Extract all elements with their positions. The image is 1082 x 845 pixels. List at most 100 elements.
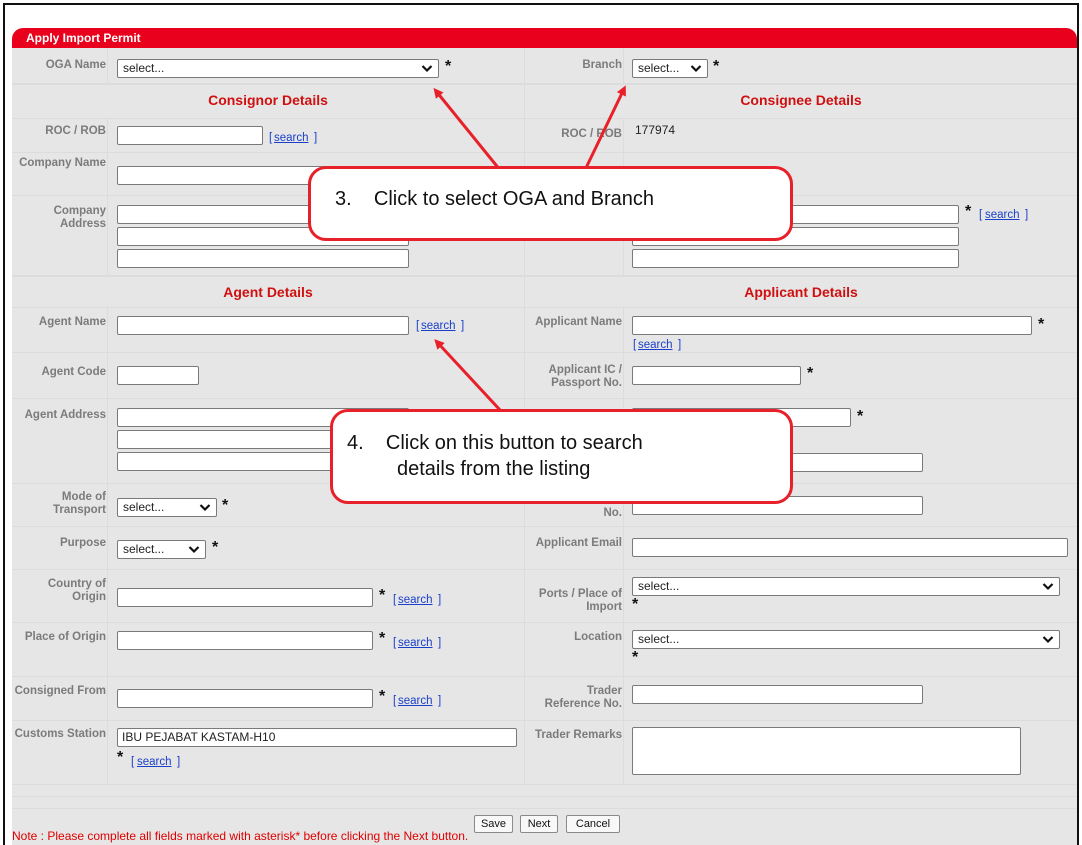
country-of-origin-input[interactable] bbox=[117, 588, 373, 607]
chevron-down-icon bbox=[1042, 581, 1054, 592]
purpose-select[interactable]: select... bbox=[117, 540, 206, 559]
trader-reference-input[interactable] bbox=[632, 685, 923, 704]
bracket: [ bbox=[979, 209, 983, 221]
bracket: ] bbox=[461, 320, 465, 332]
consignee-roc-value: 177974 bbox=[635, 123, 676, 137]
bracket: [ bbox=[393, 695, 397, 707]
required-asterisk: * bbox=[212, 539, 219, 556]
callout-step-3: 3. Click to select OGA and Branch bbox=[308, 166, 793, 241]
consignee-address-line3-input[interactable] bbox=[632, 249, 959, 268]
required-asterisk: * bbox=[857, 408, 864, 425]
next-button[interactable]: Next bbox=[520, 815, 558, 833]
applicant-ic-input[interactable] bbox=[632, 366, 801, 385]
applicant-name-label: Applicant Name bbox=[535, 316, 622, 328]
country-of-origin-label: Country of Origin bbox=[47, 578, 106, 603]
oga-name-select[interactable]: select... bbox=[117, 59, 439, 78]
required-asterisk: * bbox=[117, 749, 124, 766]
save-button[interactable]: Save bbox=[474, 815, 513, 833]
agent-code-input[interactable] bbox=[117, 366, 199, 385]
purpose-label: Purpose bbox=[59, 537, 106, 549]
place-of-origin-input[interactable] bbox=[117, 631, 373, 650]
consignee-roc-label: ROC / ROB bbox=[561, 128, 622, 140]
branch-value: select... bbox=[638, 61, 680, 75]
consigned-search-link[interactable]: search bbox=[398, 694, 433, 708]
consigned-from-input[interactable] bbox=[117, 689, 373, 708]
consignee-details-header: Consignee Details bbox=[740, 92, 862, 108]
consignor-roc-input[interactable] bbox=[117, 126, 263, 145]
bracket: ] bbox=[1025, 209, 1029, 221]
form-note: Note : Please complete all fields marked… bbox=[12, 829, 469, 843]
chevron-down-icon bbox=[199, 502, 211, 513]
consignor-search-link[interactable]: search bbox=[274, 131, 309, 145]
mode-of-transport-select[interactable]: select... bbox=[117, 498, 217, 517]
required-asterisk: * bbox=[379, 630, 386, 647]
consignee-search-link[interactable]: search bbox=[985, 208, 1020, 222]
place-search-link[interactable]: search bbox=[398, 636, 433, 650]
required-asterisk: * bbox=[445, 58, 452, 75]
applicant-email-label: Applicant Email bbox=[535, 537, 622, 549]
consignor-details-header: Consignor Details bbox=[208, 92, 328, 108]
bracket: [ bbox=[633, 339, 637, 351]
agent-details-header: Agent Details bbox=[223, 284, 313, 300]
company-address-label: Company Address bbox=[53, 205, 106, 230]
customs-station-input[interactable]: IBU PEJABAT KASTAM-H10 bbox=[117, 728, 517, 747]
country-search-link[interactable]: search bbox=[398, 593, 433, 607]
trader-remarks-textarea[interactable] bbox=[632, 727, 1021, 775]
bracket: ] bbox=[314, 132, 318, 144]
required-asterisk: * bbox=[632, 596, 639, 613]
agent-search-link[interactable]: search bbox=[421, 319, 456, 333]
applicant-email-input[interactable] bbox=[632, 538, 1068, 557]
bracket: [ bbox=[269, 132, 273, 144]
required-asterisk: * bbox=[965, 203, 972, 220]
place-of-origin-label: Place of Origin bbox=[24, 631, 106, 643]
applicant-ic-label: Applicant IC / Passport No. bbox=[548, 364, 622, 389]
callout-step-4: 4. Click on this button to search detail… bbox=[330, 409, 793, 504]
customs-station-label: Customs Station bbox=[14, 728, 106, 740]
cancel-button[interactable]: Cancel bbox=[566, 815, 620, 833]
branch-select[interactable]: select... bbox=[632, 59, 708, 78]
location-select[interactable]: select... bbox=[632, 630, 1060, 649]
mode-of-transport-value: select... bbox=[123, 500, 165, 514]
purpose-value: select... bbox=[123, 542, 165, 556]
ports-place-select[interactable]: select... bbox=[632, 577, 1060, 596]
location-label: Location bbox=[574, 631, 622, 643]
bracket: [ bbox=[416, 320, 420, 332]
agent-name-label: Agent Name bbox=[38, 316, 106, 328]
bracket: ] bbox=[177, 756, 181, 768]
required-asterisk: * bbox=[807, 365, 814, 382]
customs-search-link[interactable]: search bbox=[137, 755, 172, 769]
applicant-details-header: Applicant Details bbox=[744, 284, 858, 300]
oga-name-value: select... bbox=[123, 61, 165, 75]
ports-place-value: select... bbox=[638, 579, 680, 593]
required-asterisk: * bbox=[379, 688, 386, 705]
oga-name-label: OGA Name bbox=[45, 59, 106, 71]
bracket: [ bbox=[393, 594, 397, 606]
applicant-search-link[interactable]: search bbox=[638, 338, 673, 352]
branch-label: Branch bbox=[582, 59, 622, 71]
agent-name-input[interactable] bbox=[117, 316, 409, 335]
bracket: ] bbox=[438, 695, 442, 707]
chevron-down-icon bbox=[421, 63, 433, 74]
chevron-down-icon bbox=[1042, 634, 1054, 645]
trader-reference-label: Trader Reference No. bbox=[544, 685, 622, 710]
chevron-down-icon bbox=[188, 544, 200, 555]
page-title: Apply Import Permit bbox=[12, 28, 1077, 48]
bracket: ] bbox=[438, 594, 442, 606]
chevron-down-icon bbox=[690, 63, 702, 74]
required-asterisk: * bbox=[632, 649, 639, 666]
required-asterisk: * bbox=[1038, 316, 1045, 333]
bracket: ] bbox=[678, 339, 682, 351]
callout-step-4-line2: details from the listing bbox=[397, 458, 591, 480]
applicant-name-input[interactable] bbox=[632, 316, 1032, 335]
trader-remarks-label: Trader Remarks bbox=[535, 729, 622, 741]
required-asterisk: * bbox=[222, 497, 229, 514]
agent-code-label: Agent Code bbox=[41, 366, 106, 378]
consignor-roc-label: ROC / ROB bbox=[45, 125, 106, 137]
consignor-address-line3-input[interactable] bbox=[117, 249, 409, 268]
mode-of-transport-label: Mode of Transport bbox=[52, 491, 106, 516]
location-value: select... bbox=[638, 632, 680, 646]
consigned-from-label: Consigned From bbox=[14, 685, 106, 697]
bracket: [ bbox=[131, 756, 135, 768]
bracket: [ bbox=[393, 637, 397, 649]
required-asterisk: * bbox=[379, 587, 386, 604]
